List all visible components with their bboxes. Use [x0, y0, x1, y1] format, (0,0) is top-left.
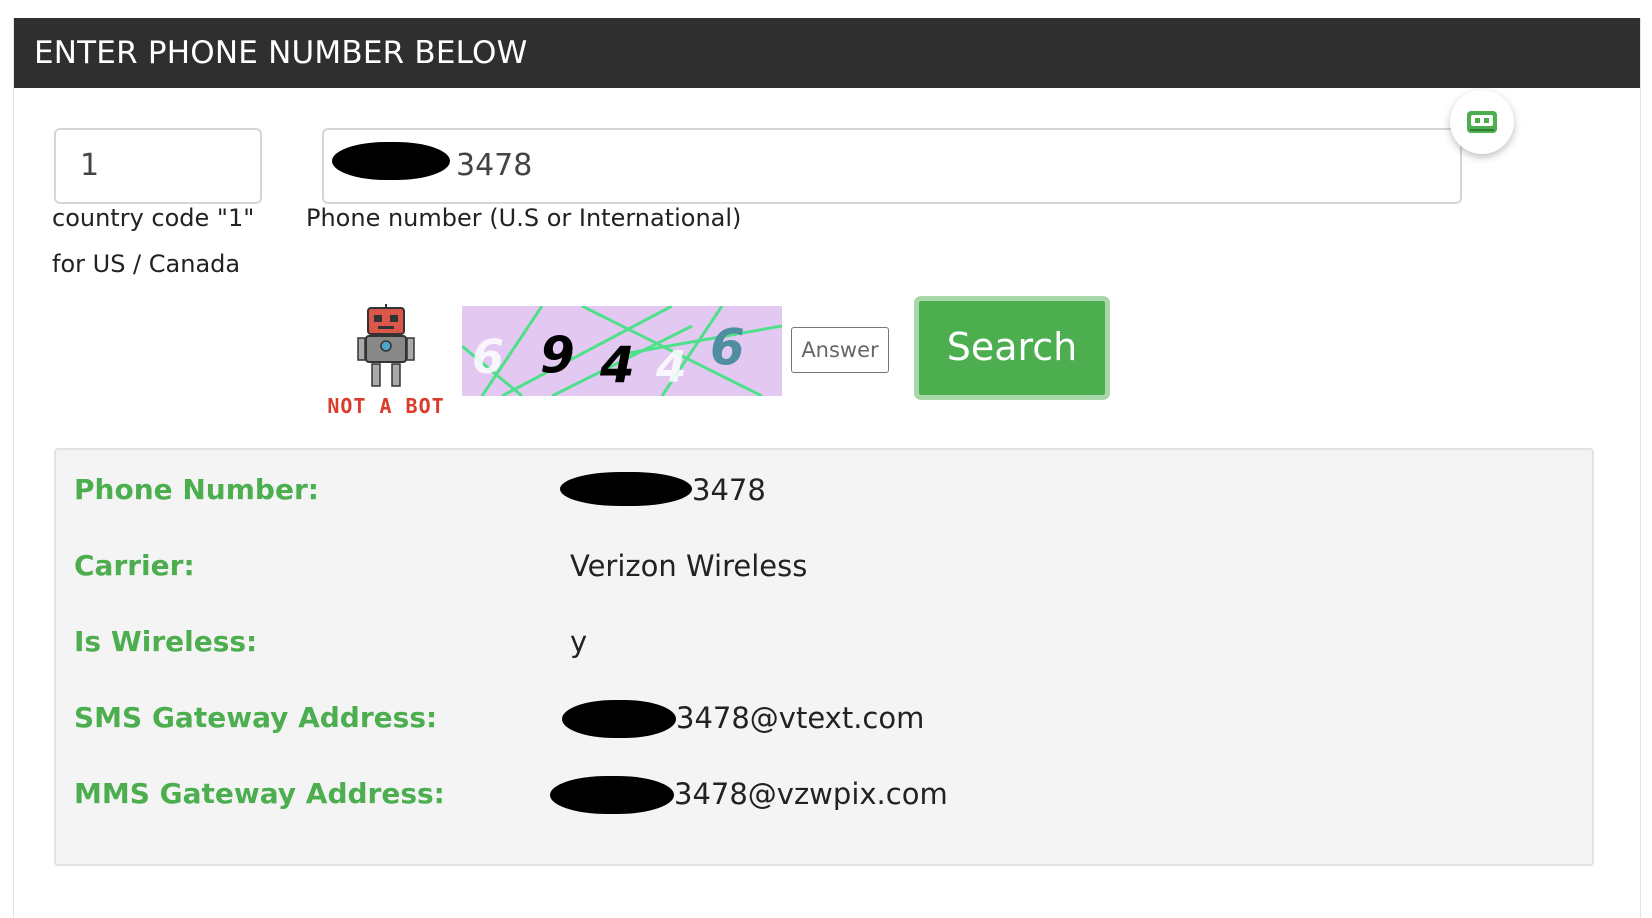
phone-lookup-panel: ENTER PHONE NUMBER BELOW 1 country code … [13, 18, 1641, 918]
panel-title: ENTER PHONE NUMBER BELOW [14, 18, 1640, 88]
result-value: 3478@vzwpix.com [674, 777, 948, 811]
captcha-digit-1: 6 [472, 330, 505, 384]
phone-number-help: Phone number (U.S or International) [306, 204, 742, 232]
results-panel: Phone Number: 3478 Carrier: Verizon Wire… [54, 448, 1594, 866]
captcha-digit-3: 4 [600, 336, 635, 394]
phone-number-input[interactable]: 3478 [322, 128, 1462, 204]
result-label: MMS Gateway Address: [74, 777, 445, 810]
phone-redaction [332, 142, 450, 180]
robot-icon [338, 304, 438, 392]
country-code-help-line1: country code "1" [52, 204, 255, 232]
result-label: Is Wireless: [74, 625, 258, 658]
result-label: Phone Number: [74, 473, 319, 506]
captcha-answer-input[interactable]: Answer [791, 327, 889, 373]
country-code-value: 1 [80, 148, 100, 183]
country-code-input[interactable]: 1 [54, 128, 262, 204]
country-code-help-line2: for US / Canada [52, 250, 241, 278]
captcha-answer-placeholder: Answer [801, 338, 879, 362]
captcha-image: 6 9 4 4 6 [462, 306, 782, 396]
captcha-digit-5: 6 [710, 318, 745, 376]
result-label: Carrier: [74, 549, 195, 582]
phone-number-value: 3478 [456, 148, 533, 183]
result-value: 3478 [692, 473, 766, 507]
captcha-digit-2: 9 [540, 326, 575, 384]
result-row-sms: SMS Gateway Address: 3478@vtext.com [56, 698, 1592, 738]
result-label: SMS Gateway Address: [74, 701, 438, 734]
result-row-phone: Phone Number: 3478 [56, 470, 1592, 510]
search-button[interactable]: Search [914, 296, 1110, 400]
captcha-digit-4: 4 [656, 342, 687, 393]
result-row-carrier: Carrier: Verizon Wireless [56, 546, 1592, 586]
result-row-mms: MMS Gateway Address: 3478@vzwpix.com [56, 774, 1592, 814]
not-a-bot-badge: NOT A BOT [327, 394, 445, 418]
result-value: 3478@vtext.com [676, 701, 925, 735]
result-row-wireless: Is Wireless: y [56, 622, 1592, 662]
mms-result-redaction [550, 776, 674, 814]
result-value: y [570, 625, 588, 659]
phone-result-redaction [560, 472, 692, 506]
roboform-icon[interactable] [1450, 90, 1514, 154]
result-value: Verizon Wireless [570, 549, 808, 583]
sms-result-redaction [562, 700, 676, 738]
